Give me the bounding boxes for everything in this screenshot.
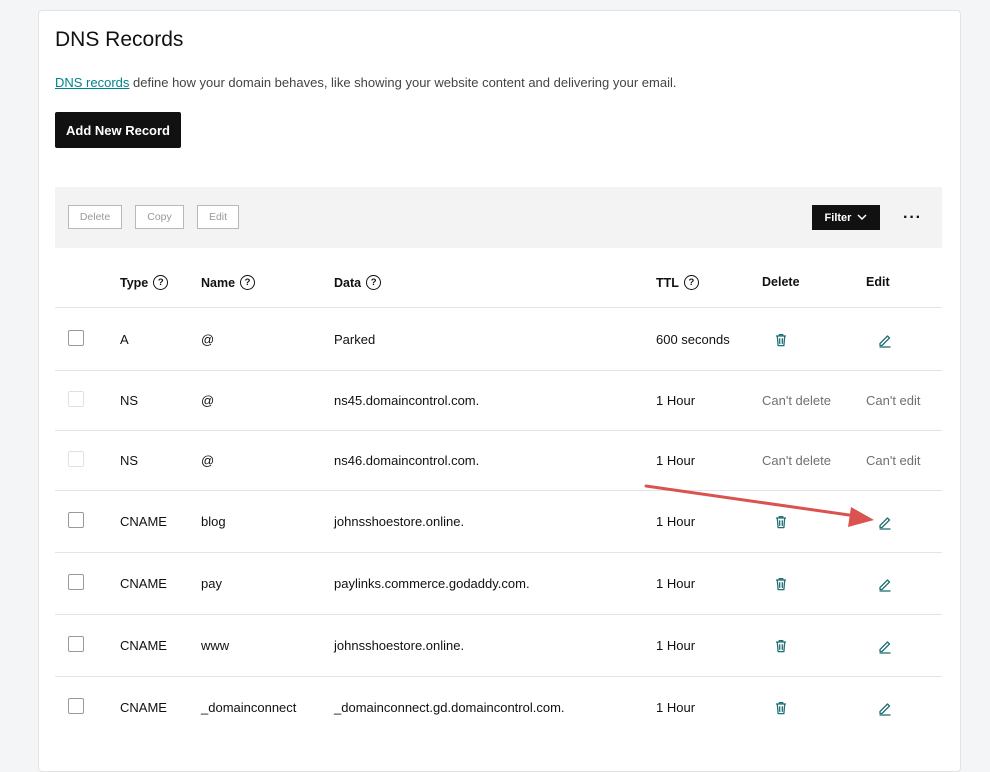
column-edit: Edit bbox=[866, 275, 890, 289]
record-name: _domainconnect bbox=[201, 700, 297, 715]
table-row: CNAME www johnsshoestore.online. 1 Hour bbox=[55, 614, 942, 677]
delete-button[interactable]: Delete bbox=[68, 205, 122, 229]
column-type-label: Type bbox=[120, 275, 149, 290]
cant-edit-text: Can't edit bbox=[866, 393, 921, 408]
help-icon[interactable]: ? bbox=[683, 275, 699, 290]
table-row: NS @ ns46.domaincontrol.com. 1 Hour Can't de… bbox=[55, 430, 942, 491]
record-data: ns46.domaincontrol.com. bbox=[334, 453, 480, 468]
record-data: ns45.domaincontrol.com. bbox=[334, 393, 480, 408]
record-type: CNAME bbox=[120, 576, 167, 591]
intro-text: DNS records define how your domain behav… bbox=[55, 75, 676, 90]
column-ttl-label: TTL bbox=[656, 275, 679, 290]
record-ttl: 1 Hour bbox=[656, 393, 696, 408]
record-ttl: 1 Hour bbox=[656, 453, 696, 468]
record-type: NS bbox=[120, 393, 139, 408]
filter-button[interactable]: Filter bbox=[812, 205, 880, 230]
record-data: _domainconnect.gd.domaincontrol.com. bbox=[334, 700, 565, 715]
record-name: www bbox=[201, 638, 230, 653]
record-name: @ bbox=[201, 453, 215, 468]
column-ttl: TTL ? bbox=[656, 275, 699, 290]
row-checkbox[interactable] bbox=[68, 698, 84, 714]
record-type: CNAME bbox=[120, 638, 167, 653]
trash-icon[interactable] bbox=[773, 576, 789, 592]
row-checkbox[interactable] bbox=[68, 574, 84, 590]
column-delete: Delete bbox=[762, 275, 800, 289]
help-icon[interactable]: ? bbox=[366, 275, 382, 290]
row-checkbox[interactable] bbox=[68, 512, 84, 528]
trash-icon[interactable] bbox=[773, 638, 789, 654]
pencil-icon[interactable] bbox=[877, 700, 893, 716]
record-name: @ bbox=[201, 332, 215, 347]
cant-delete-text: Can't delete bbox=[762, 393, 831, 408]
pencil-icon[interactable] bbox=[877, 638, 893, 654]
cant-edit-text: Can't edit bbox=[866, 453, 921, 468]
column-type: Type ? bbox=[120, 275, 169, 290]
intro-description: define how your domain behaves, like sho… bbox=[129, 75, 677, 90]
table-row: A @ Parked 600 seconds bbox=[55, 307, 942, 371]
record-data: paylinks.commerce.godaddy.com. bbox=[334, 576, 530, 591]
table-row: CNAME pay paylinks.commerce.godaddy.com. 1 … bbox=[55, 552, 942, 615]
record-data: Parked bbox=[334, 332, 376, 347]
record-type: NS bbox=[120, 453, 139, 468]
table-row: CNAME _domainconnect _domainconnect.gd.dom… bbox=[55, 676, 942, 739]
more-icon[interactable]: ··· bbox=[903, 209, 922, 227]
pencil-icon[interactable] bbox=[877, 332, 893, 348]
record-type: A bbox=[120, 332, 129, 347]
record-name: blog bbox=[201, 514, 226, 529]
record-type: CNAME bbox=[120, 514, 167, 529]
row-checkbox[interactable] bbox=[68, 636, 84, 652]
table-toolbar: Delete Copy Edit Filter ··· bbox=[55, 187, 942, 248]
column-edit-label: Edit bbox=[866, 275, 890, 289]
table-header: Type ? Name ? Data ? TTL ? Delete Edit bbox=[55, 265, 942, 305]
trash-icon[interactable] bbox=[773, 700, 789, 716]
record-ttl: 1 Hour bbox=[656, 638, 696, 653]
record-ttl: 1 Hour bbox=[656, 576, 696, 591]
edit-button[interactable]: Edit bbox=[197, 205, 239, 229]
row-checkbox bbox=[68, 391, 84, 407]
row-checkbox[interactable] bbox=[68, 330, 84, 346]
pencil-icon[interactable] bbox=[877, 514, 893, 530]
help-icon[interactable]: ? bbox=[240, 275, 256, 290]
help-icon[interactable]: ? bbox=[153, 275, 169, 290]
table-row: NS @ ns45.domaincontrol.com. 1 Hour Can't de… bbox=[55, 370, 942, 431]
record-ttl: 600 seconds bbox=[656, 332, 730, 347]
record-ttl: 1 Hour bbox=[656, 514, 696, 529]
record-data: johnsshoestore.online. bbox=[334, 638, 465, 653]
dns-records-link[interactable]: DNS records bbox=[55, 75, 129, 90]
record-type: CNAME bbox=[120, 700, 167, 715]
trash-icon[interactable] bbox=[773, 514, 789, 530]
record-name: @ bbox=[201, 393, 215, 408]
column-data-label: Data bbox=[334, 275, 362, 290]
record-ttl: 1 Hour bbox=[656, 700, 696, 715]
add-new-record-button[interactable]: Add New Record bbox=[55, 112, 181, 148]
record-name: pay bbox=[201, 576, 222, 591]
record-data: johnsshoestore.online. bbox=[334, 514, 465, 529]
column-data: Data ? bbox=[334, 275, 382, 290]
column-name: Name ? bbox=[201, 275, 256, 290]
column-name-label: Name bbox=[201, 275, 236, 290]
trash-icon[interactable] bbox=[773, 332, 789, 348]
pencil-icon[interactable] bbox=[877, 576, 893, 592]
chevron-down-icon bbox=[857, 214, 867, 221]
page-title: DNS Records bbox=[55, 28, 184, 51]
filter-label: Filter bbox=[824, 211, 852, 224]
row-checkbox bbox=[68, 451, 84, 467]
cant-delete-text: Can't delete bbox=[762, 453, 831, 468]
table-row: CNAME blog johnsshoestore.online. 1 Hour bbox=[55, 490, 942, 553]
column-delete-label: Delete bbox=[762, 275, 800, 289]
copy-button[interactable]: Copy bbox=[135, 205, 184, 229]
